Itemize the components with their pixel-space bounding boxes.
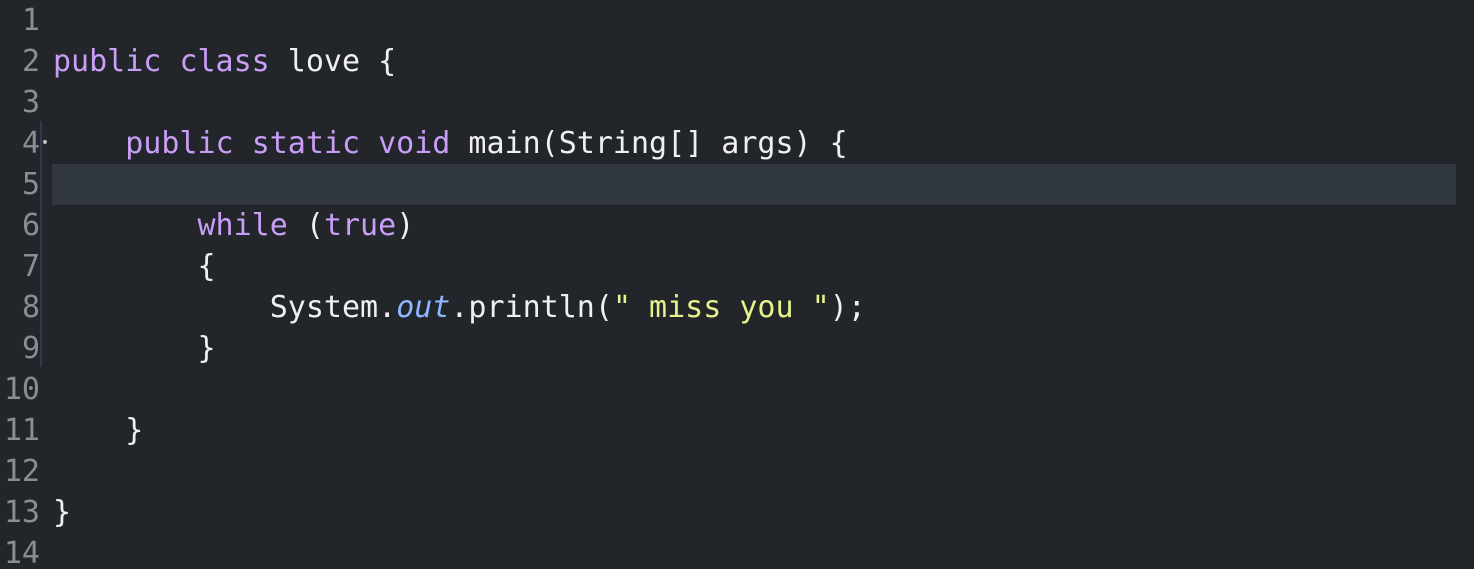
code-token: void	[378, 126, 451, 161]
code-line-5[interactable]: 5	[0, 164, 1474, 205]
code-line-2[interactable]: 2 public class love {	[0, 41, 1474, 82]
code-line-8[interactable]: 8 System.out.println(" miss you ");	[0, 287, 1474, 328]
line-number: 13	[3, 495, 40, 530]
code-editor[interactable]: 1 2 public class love {3 4 • public static v…	[0, 0, 1474, 569]
code-text: System.out.println(" miss you ");	[53, 287, 866, 328]
code-token: }	[53, 495, 72, 530]
code-token: main(String[] args) {	[450, 126, 848, 161]
code-line-3[interactable]: 3	[0, 82, 1474, 123]
code-line-9[interactable]: 9 }	[0, 328, 1474, 369]
code-line-6[interactable]: 6 while (true)	[0, 205, 1474, 246]
line-number: 9	[21, 331, 40, 366]
code-token: }	[125, 413, 144, 448]
line-number: 8	[21, 290, 40, 325]
code-line-1[interactable]: 1	[0, 0, 1474, 41]
line-number: 5	[21, 167, 40, 202]
current-line-highlight	[52, 164, 1456, 205]
code-text: public class love {	[53, 41, 396, 82]
line-number: 12	[3, 454, 40, 489]
code-token: System.	[269, 290, 397, 325]
code-token: )	[396, 208, 415, 243]
code-token: public	[125, 126, 234, 161]
code-line-14[interactable]: 14	[0, 533, 1474, 569]
code-line-10[interactable]: 10	[0, 369, 1474, 410]
line-number: 10	[3, 372, 40, 407]
code-text: }	[53, 410, 143, 451]
line-number: 7	[21, 249, 40, 284]
code-token: (	[287, 208, 324, 243]
code-line-7[interactable]: 7 {	[0, 246, 1474, 287]
line-number: 14	[3, 536, 40, 569]
code-text: public static void main(String[] args) {	[53, 123, 848, 164]
code-token: class	[179, 44, 270, 79]
code-token: public	[53, 44, 162, 79]
code-text: }	[53, 328, 216, 369]
code-token: love {	[269, 44, 397, 79]
line-number: 3	[21, 85, 40, 120]
line-number: 4	[21, 126, 40, 161]
line-number: 1	[21, 3, 40, 38]
line-number: 2	[21, 44, 40, 79]
code-token: static	[251, 126, 361, 161]
code-token: " miss you "	[612, 290, 830, 325]
code-token: .println(	[450, 290, 613, 325]
code-token: {	[197, 249, 216, 284]
code-text: while (true)	[53, 205, 415, 246]
code-token: while	[197, 208, 288, 243]
line-number: 6	[21, 208, 40, 243]
code-token: }	[197, 331, 216, 366]
code-line-12[interactable]: 12	[0, 451, 1474, 492]
code-text: {	[53, 246, 216, 287]
code-token: );	[829, 290, 866, 325]
line-number: 11	[3, 413, 40, 448]
code-line-4[interactable]: 4 • public static void main(String[] args…	[0, 123, 1474, 164]
code-token: true	[323, 208, 397, 243]
code-token: out	[396, 290, 451, 325]
code-line-13[interactable]: 13}	[0, 492, 1474, 533]
code-line-11[interactable]: 11 }	[0, 410, 1474, 451]
fold-marker-icon[interactable]: •	[40, 123, 50, 164]
code-text: }	[53, 492, 71, 533]
